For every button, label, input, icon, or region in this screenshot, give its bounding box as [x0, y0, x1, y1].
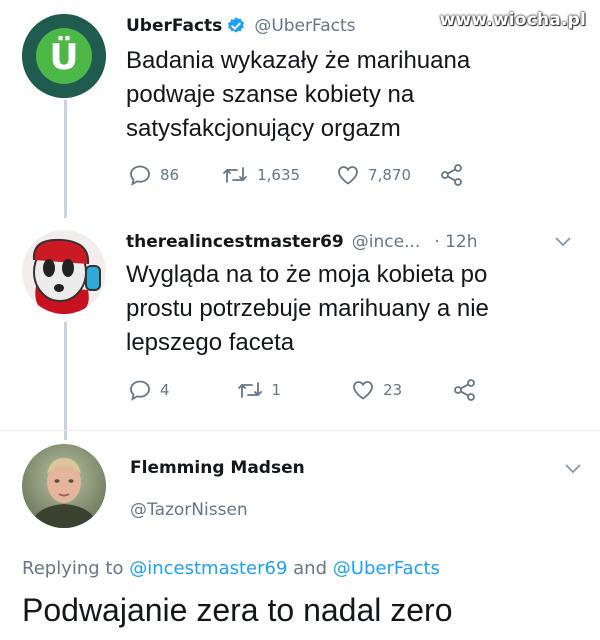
- thread-line: [64, 100, 67, 218]
- like-count: 23: [383, 381, 403, 399]
- tweet-text: Badania wykazały że marihuana podwaje sz…: [126, 44, 470, 146]
- uberfacts-logo-icon: Ü: [22, 14, 106, 98]
- heart-icon: [353, 381, 373, 400]
- tweet-header: therealincestmaster69 @ince... · 12h: [126, 232, 478, 252]
- and-label: and: [293, 558, 328, 579]
- site-watermark: www.wiocha.pl: [439, 10, 586, 30]
- mention-link[interactable]: @UberFacts: [333, 558, 440, 579]
- divider: [0, 430, 600, 431]
- replying-to-line: Replying to @incestmaster69 and @UberFac…: [22, 558, 440, 579]
- reply-tweet-text: Podwajanie zera to nadal zero: [22, 592, 453, 628]
- user-handle[interactable]: @TazorNissen: [130, 500, 248, 520]
- mention-link[interactable]: @incestmaster69: [129, 558, 287, 579]
- svg-text:Ü: Ü: [49, 36, 78, 78]
- display-name[interactable]: Flemming Madsen: [130, 458, 305, 478]
- tweet-actions: 4 1 23: [128, 378, 478, 402]
- tweet-text-line: Wygląda na to że moja kobieta po: [126, 261, 488, 288]
- tweet-text-line: Badania wykazały że marihuana: [126, 47, 471, 74]
- tweet-text-line: podwaje szanse kobiety na: [126, 81, 415, 108]
- shy-guy-avatar-icon: [22, 230, 106, 314]
- tweet-header: Flemming Madsen: [130, 458, 305, 478]
- like-button[interactable]: 7,870: [336, 163, 411, 187]
- tweet-header: @TazorNissen: [122, 500, 248, 520]
- thread-line: [64, 322, 67, 440]
- reply-button[interactable]: 4: [128, 378, 170, 402]
- retweet-count: 1,635: [257, 166, 301, 184]
- chevron-down-icon[interactable]: [554, 236, 572, 248]
- reply-count: 4: [160, 381, 170, 399]
- reply-icon: [130, 380, 150, 401]
- avatar-flemming-madsen[interactable]: [22, 444, 106, 528]
- tweet-text: Wygląda na to że moja kobieta po prostu …: [126, 258, 489, 360]
- share-button[interactable]: [452, 378, 478, 402]
- avatar-uberfacts[interactable]: Ü: [22, 14, 106, 98]
- tweet-header: UberFacts @UberFacts: [126, 16, 356, 36]
- chevron-down-icon[interactable]: [564, 463, 582, 475]
- user-handle[interactable]: @ince...: [352, 232, 421, 252]
- profile-photo-icon: [22, 444, 106, 528]
- replying-to-label: Replying to: [22, 558, 124, 579]
- retweet-count: 1: [271, 381, 282, 399]
- retweet-button[interactable]: 1,635: [221, 163, 300, 187]
- like-count: 7,870: [368, 166, 411, 184]
- share-icon: [454, 379, 476, 401]
- share-icon: [441, 164, 462, 186]
- share-button[interactable]: [439, 163, 465, 187]
- retweet-icon: [223, 167, 247, 183]
- display-name[interactable]: UberFacts: [126, 16, 222, 36]
- reply-icon: [130, 165, 150, 186]
- tweet-text-line: lepszego faceta: [126, 329, 295, 356]
- tweet-text-line: satysfakcjonujący orgazm: [126, 115, 401, 142]
- display-name[interactable]: therealincestmaster69: [126, 232, 344, 252]
- tweet-text-line: prostu potrzebuje marihuany a nie: [126, 295, 489, 322]
- retweet-icon: [237, 382, 262, 398]
- retweet-button[interactable]: 1: [236, 378, 282, 402]
- like-button[interactable]: 23: [351, 378, 402, 402]
- verified-badge-icon: [228, 17, 245, 33]
- avatar-therealincestmaster69[interactable]: [22, 230, 106, 314]
- reply-button[interactable]: 86: [128, 163, 179, 187]
- reply-count: 86: [160, 166, 180, 184]
- user-handle[interactable]: @UberFacts: [254, 16, 355, 36]
- tweet-time[interactable]: · 12h: [434, 232, 477, 252]
- heart-icon: [338, 166, 358, 185]
- tweet-actions: 86 1,635 7,870: [128, 163, 465, 187]
